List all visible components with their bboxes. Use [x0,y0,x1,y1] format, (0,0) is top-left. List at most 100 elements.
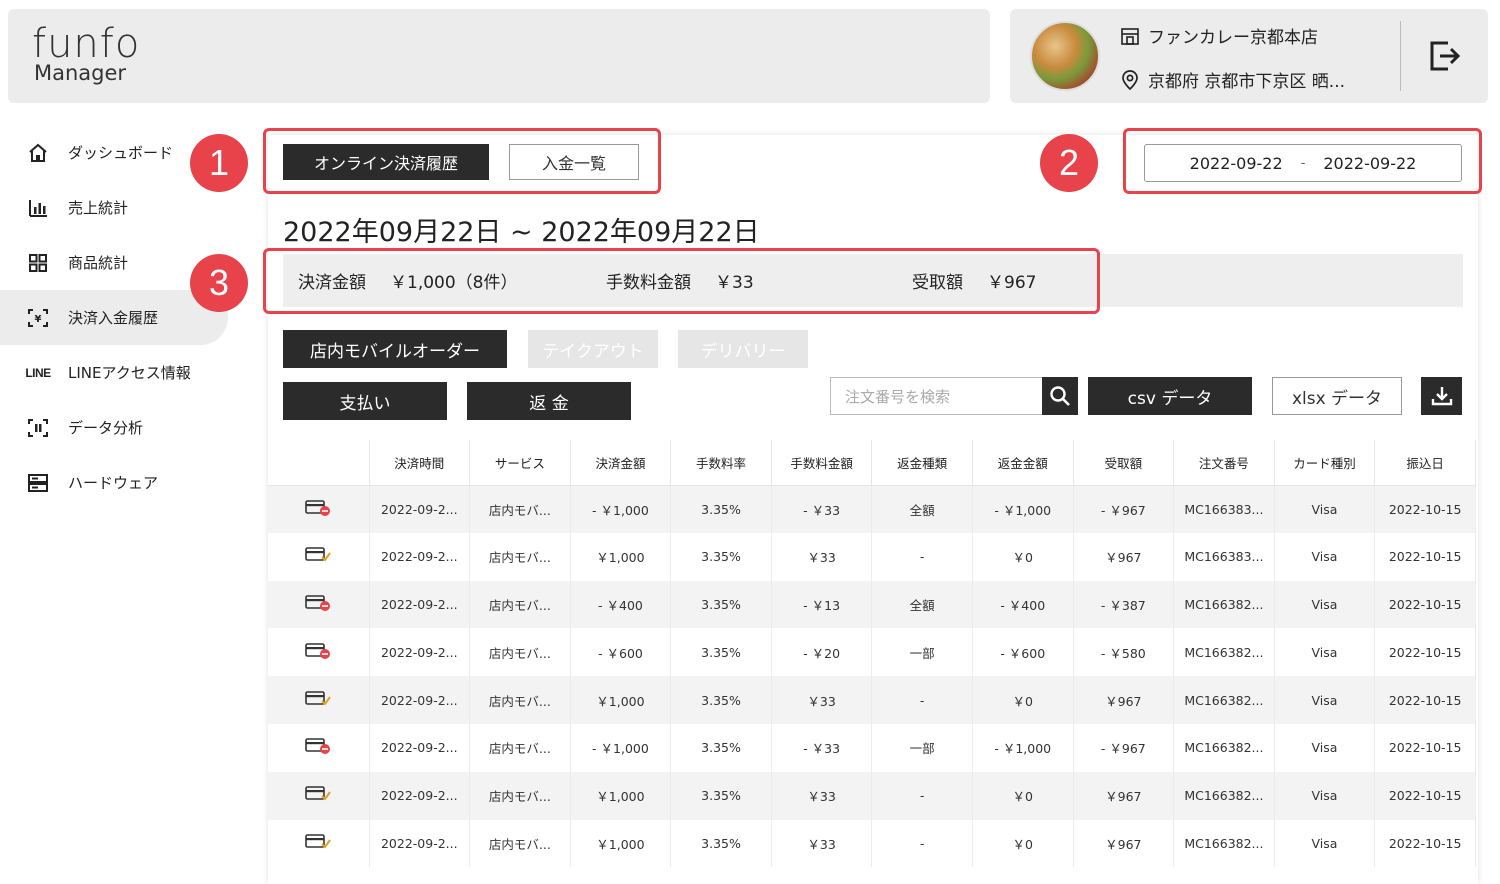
logout-button[interactable] [1426,37,1464,75]
sidebar-item-sales-stats[interactable]: 売上統計 [0,180,228,235]
table-cell: ￥33 [771,771,873,820]
annotation-badge-3: 3 [190,254,248,312]
table-cell: 2022-10-15 [1374,723,1476,772]
period-title: 2022年09月22日 ~ 2022年09月22日 [283,217,760,248]
table-cell: ￥1,000 [570,676,672,724]
table-row[interactable]: 2022-09-2... 店内モバ... ￥1,000 3.35% ￥33- ￥0 ￥967… [268,771,1476,820]
scan-icon [24,417,52,439]
table-cell: - [871,676,973,724]
table-cell: MC166382... [1173,676,1275,724]
order-search-input[interactable]: 注文番号を検索 [830,377,1042,415]
yen-icon: ¥ [24,307,52,329]
table-cell: 3.35% [670,628,772,677]
funfo-logo[interactable]: funfo Manager [32,23,140,85]
table-cell: - ￥400 [570,580,672,629]
table-cell: Visa [1274,771,1376,820]
table-cell: - [871,532,973,581]
table-cell: ￥1,000 [570,532,672,581]
column-header: 受取額 [1073,440,1175,486]
service-instore-button[interactable]: 店内モバイルオーダー [283,330,507,368]
table-cell: 2022-09-2... [369,485,471,533]
column-header: 手数料金額 [771,440,873,486]
table-row[interactable]: 2022-09-2... 店内モバ... ￥1,000 3.35% ￥33- ￥0 ￥967… [268,819,1476,868]
table-cell: ￥33 [771,676,873,724]
card-refund-icon [268,580,370,629]
table-cell: Visa [1274,580,1376,629]
table-cell: 全額 [871,580,973,629]
table-cell: Visa [1274,819,1376,868]
grid-icon [24,252,52,274]
store-avatar [1030,21,1100,91]
table-cell: 3.35% [670,771,772,820]
table-cell: ￥1,000 [570,819,672,868]
table-cell: 店内モバ... [469,485,571,533]
card-paid-icon [268,771,370,820]
table-cell: ￥33 [771,819,873,868]
table-cell: - ￥600 [570,628,672,677]
table-cell: - ￥20 [771,628,873,677]
table-cell: MC166382... [1173,580,1275,629]
table-cell: 2022-09-2... [369,532,471,581]
service-delivery-button[interactable]: デリバリー [678,330,808,368]
search-button[interactable] [1042,377,1078,415]
table-cell: ￥967 [1073,676,1175,724]
table-cell: 店内モバ... [469,580,571,629]
sidebar-item-line-access[interactable]: LINE LINEアクセス情報 [0,345,228,400]
sidebar-item-label: ダッシュボード [68,144,174,162]
table-cell: - ￥33 [771,485,873,533]
table-cell: MC166383... [1173,485,1275,533]
table-cell: 2022-09-2... [369,723,471,772]
table-cell: 店内モバ... [469,819,571,868]
table-cell: Visa [1274,628,1376,677]
column-header: 振込日 [1374,440,1476,486]
table-cell: 3.35% [670,819,772,868]
table-cell: MC166383... [1173,532,1275,581]
sidebar-item-label: LINEアクセス情報 [68,364,191,382]
sidebar-item-hardware[interactable]: ハードウェア [0,455,228,510]
table-cell: MC166382... [1173,723,1275,772]
annotation-badge-1: 1 [190,134,248,192]
table-cell: 2022-09-2... [369,580,471,629]
sidebar-item-data-analysis[interactable]: データ分析 [0,400,228,455]
table-cell: - ￥967 [1073,723,1175,772]
table-cell: - ￥400 [972,580,1074,629]
table-cell: 2022-09-2... [369,819,471,868]
table-cell: ￥967 [1073,771,1175,820]
table-row[interactable]: 2022-09-2... 店内モバ... - ￥600 3.35% - ￥20 一部 - ￥… [268,628,1476,677]
table-cell: 2022-10-15 [1374,771,1476,820]
column-header: 決済時間 [369,440,471,486]
table-cell: Visa [1274,532,1376,581]
card-refund-icon [268,485,370,533]
annotation-badge-2: 2 [1040,134,1098,192]
store-icon [1120,26,1140,46]
table-cell: Visa [1274,485,1376,533]
table-cell: ￥0 [972,819,1074,868]
table-cell: 2022-09-2... [369,771,471,820]
xlsx-export-button[interactable]: xlsx データ [1272,377,1402,415]
table-cell: 2022-10-15 [1374,676,1476,724]
table-cell: - ￥1,000 [972,485,1074,533]
table-row[interactable]: 2022-09-2... 店内モバ... ￥1,000 3.35% ￥33- ￥0 ￥967… [268,676,1476,724]
csv-export-button[interactable]: csv データ [1088,377,1252,415]
column-header: サービス [469,440,571,486]
table-row[interactable]: 2022-09-2... 店内モバ... - ￥1,000 3.35% - ￥33 全額 -… [268,485,1476,533]
table-cell: ￥967 [1073,819,1175,868]
table-cell: 店内モバ... [469,532,571,581]
store-name: ファンカレー京都本店 [1148,28,1318,48]
logo-subtitle: Manager [34,61,127,85]
table-cell: - ￥580 [1073,628,1175,677]
table-cell: 一部 [871,723,973,772]
service-takeout-button[interactable]: テイクアウト [528,330,658,368]
svg-text:¥: ¥ [35,314,42,325]
table-row[interactable]: 2022-09-2... 店内モバ... - ￥1,000 3.35% - ￥33 一部 -… [268,723,1476,772]
table-cell: 2022-09-2... [369,628,471,677]
column-header: 返金種類 [871,440,973,486]
table-cell: - ￥13 [771,580,873,629]
table-cell: ￥0 [972,676,1074,724]
highlight-tabs [263,128,661,194]
table-row[interactable]: 2022-09-2... 店内モバ... ￥1,000 3.35% ￥33- ￥0 ￥967… [268,532,1476,581]
download-button[interactable] [1421,377,1462,415]
filter-refund-button[interactable]: 返 金 [467,382,631,420]
table-row[interactable]: 2022-09-2... 店内モバ... - ￥400 3.35% - ￥13 全額 - ￥… [268,580,1476,629]
filter-payment-button[interactable]: 支払い [283,382,447,420]
